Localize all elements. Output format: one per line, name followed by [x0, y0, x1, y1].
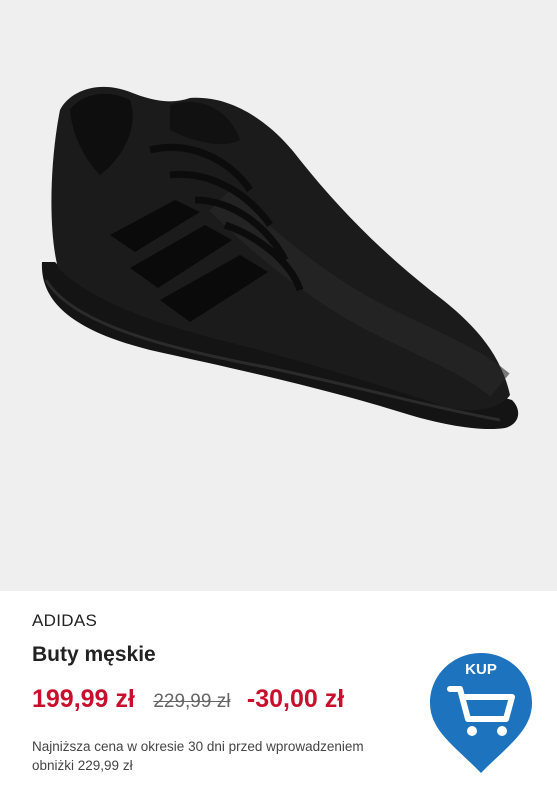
price-row: 199,99 zł 229,99 zł -30,00 zł — [32, 685, 344, 714]
old-price: 229,99 zł — [153, 691, 231, 712]
shoe-illustration — [41, 86, 519, 430]
discount-amount: -30,00 zł — [246, 685, 345, 713]
product-brand: ADIDAS — [32, 611, 98, 630]
buy-button[interactable]: KUP — [426, 651, 536, 775]
product-title[interactable]: Buty męskie — [32, 643, 156, 667]
buy-button-label: KUP — [465, 661, 497, 678]
current-price: 199,99 zł — [32, 685, 135, 713]
product-image[interactable] — [0, 0, 557, 591]
lowest-price-note: Najniższa cena w okresie 30 dni przed wp… — [32, 739, 364, 773]
